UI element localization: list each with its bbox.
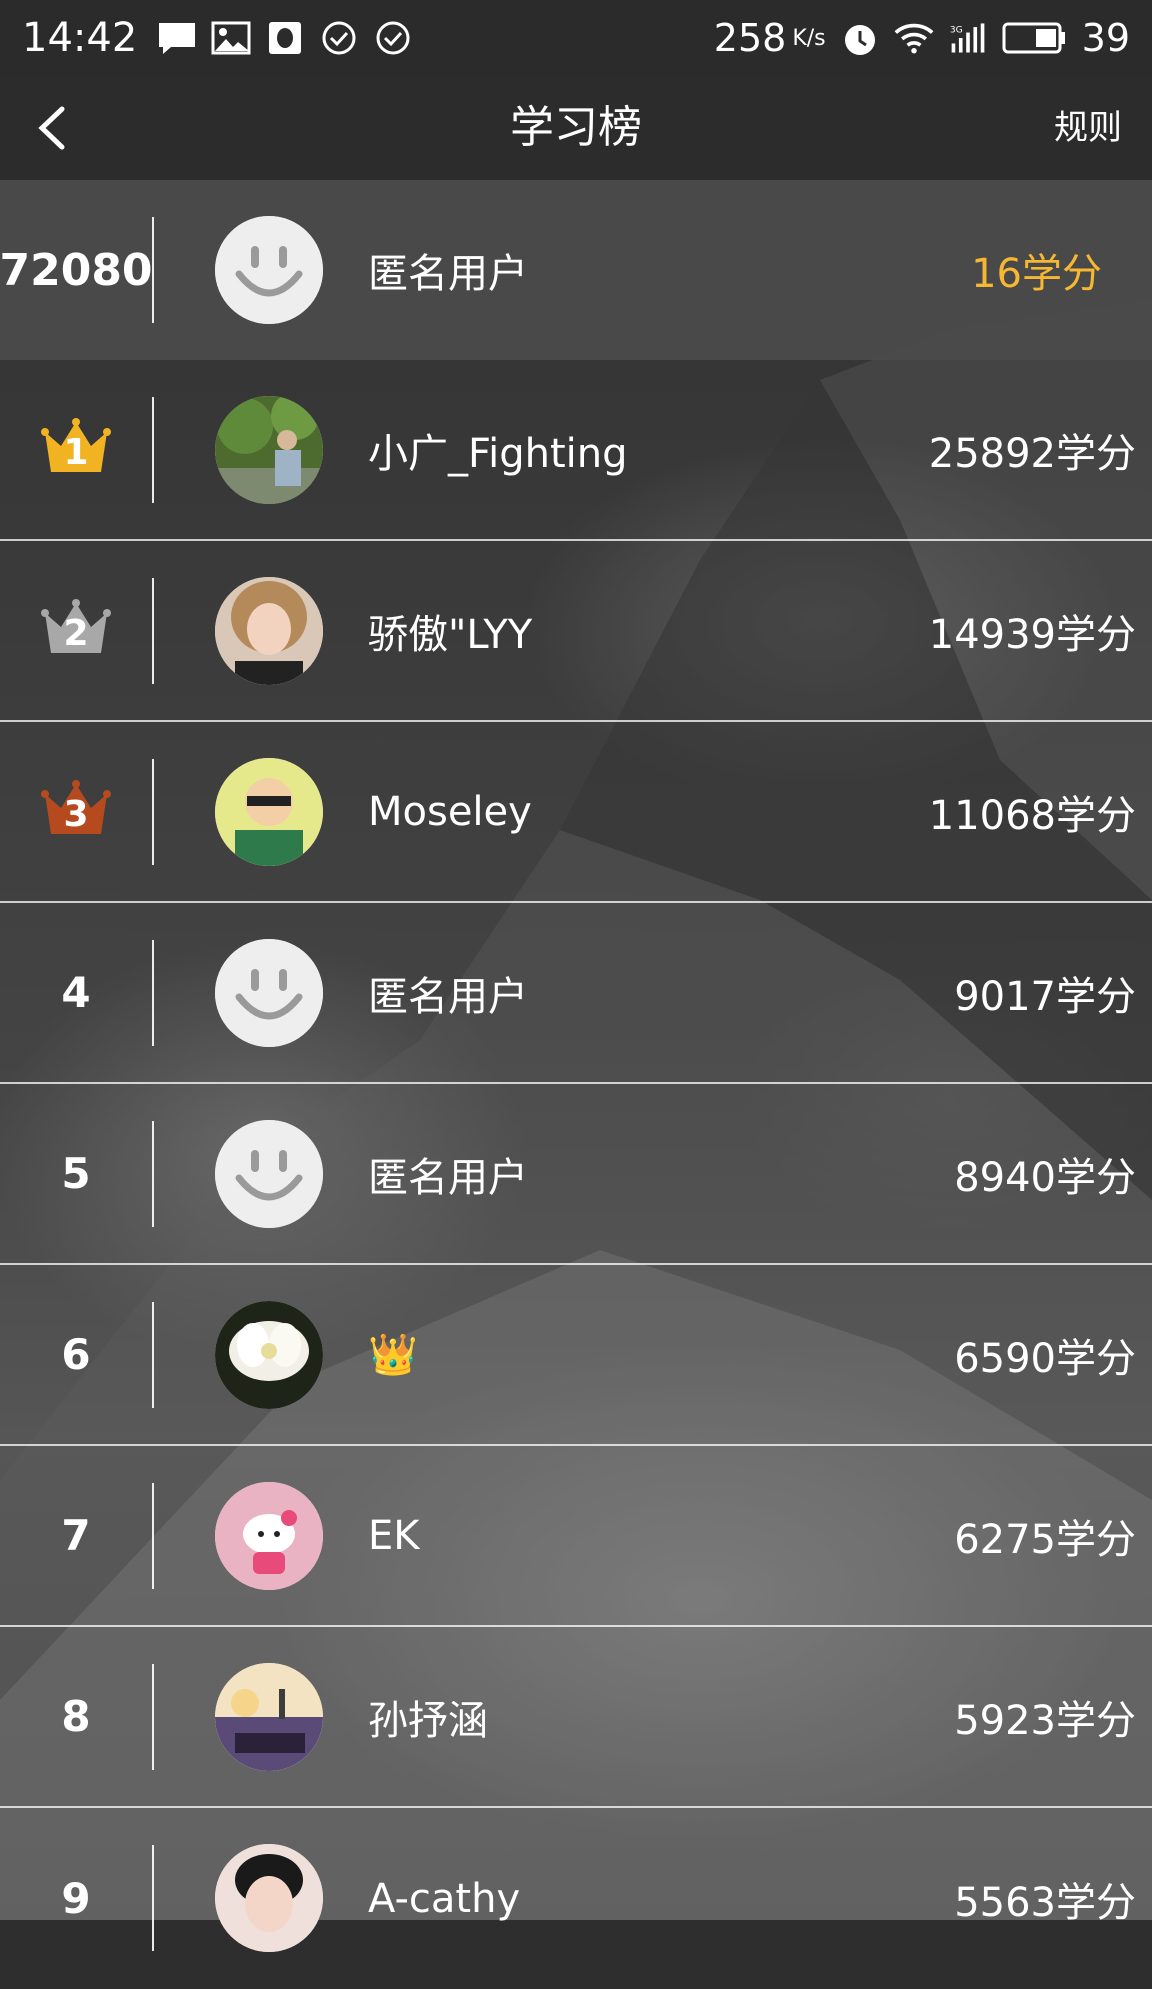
user-score: 8940学分 — [954, 1154, 1136, 1201]
svg-text:3G: 3G — [949, 26, 962, 36]
user-name: 小广_Fighting — [368, 430, 628, 477]
user-score: 11068学分 — [928, 792, 1136, 839]
avatar — [215, 1663, 323, 1771]
divider — [152, 1483, 154, 1589]
network-speed: 258 — [713, 16, 787, 60]
status-bar: 14:42 258 K/s 3G 39 — [0, 0, 1152, 76]
user-score: 5923学分 — [954, 1697, 1136, 1744]
leaderboard-row[interactable]: 1 小广_Fighting 25892学分 — [0, 360, 1152, 541]
bronze-crown-icon: 3 — [41, 779, 111, 844]
divider — [152, 1121, 154, 1227]
user-score: 16学分 — [971, 251, 1102, 297]
smiley-avatar-icon — [215, 1120, 323, 1228]
leaderboard-row[interactable]: 3 Moseley 11068学分 — [0, 722, 1152, 903]
divider — [152, 397, 154, 503]
user-name: Moseley — [368, 788, 532, 835]
user-score: 9017学分 — [954, 973, 1136, 1020]
page-title: 学习榜 — [510, 102, 642, 153]
user-name: 👑 — [368, 1332, 418, 1378]
user-score: 5563学分 — [954, 1879, 1136, 1926]
leaderboard-row[interactable]: 4 匿名用户 9017学分 — [0, 903, 1152, 1084]
avatar — [215, 1120, 323, 1228]
message-icon — [157, 21, 197, 55]
my-rank: 72080 — [0, 244, 153, 296]
user-score: 6275学分 — [954, 1516, 1136, 1563]
divider — [152, 1845, 154, 1951]
rank-number: 8 — [61, 1692, 91, 1741]
leaderboard-row[interactable]: 2 骄傲"LYY 14939学分 — [0, 541, 1152, 722]
app-header: 学习榜 规则 — [0, 76, 1152, 180]
battery-level: 39 — [1081, 16, 1130, 60]
silver-crown-icon: 2 — [41, 598, 111, 663]
signal-icon: 3G — [948, 21, 988, 55]
user-name: 孙抒涵 — [368, 1697, 488, 1744]
leaderboard-row[interactable]: 5 匿名用户 8940学分 — [0, 1084, 1152, 1265]
wifi-icon — [894, 21, 934, 55]
gallery-icon — [211, 21, 251, 55]
rank-number: 5 — [61, 1149, 91, 1198]
check-circle-icon — [373, 21, 413, 55]
divider — [152, 578, 154, 684]
user-name: EK — [368, 1512, 420, 1559]
divider — [152, 217, 154, 323]
rank-number: 3 — [63, 793, 89, 835]
avatar — [215, 758, 323, 866]
rank-number: 9 — [61, 1874, 91, 1923]
user-score: 25892学分 — [928, 430, 1136, 477]
avatar — [215, 216, 323, 324]
user-name: 匿名用户 — [368, 251, 528, 297]
alarm-icon — [840, 21, 880, 55]
leaderboard-list: 72080 匿名用户 16学分 1 小广_Fighting 25892学分 2 — [0, 180, 1152, 1989]
avatar — [215, 577, 323, 685]
qq-icon — [265, 21, 305, 55]
leaderboard-row[interactable]: 6 👑 6590学分 — [0, 1265, 1152, 1446]
avatar — [215, 1482, 323, 1590]
rank-cell: 1 — [0, 360, 152, 539]
user-name: 匿名用户 — [368, 973, 528, 1020]
avatar — [215, 1301, 323, 1409]
rules-button[interactable]: 规则 — [1054, 76, 1122, 180]
user-score: 14939学分 — [928, 611, 1136, 658]
user-name: A-cathy — [368, 1875, 521, 1922]
network-unit: K/s — [792, 25, 826, 51]
rank-number: 7 — [61, 1511, 91, 1560]
leaderboard-row[interactable]: 8 孙抒涵 5923学分 — [0, 1627, 1152, 1808]
smiley-avatar-icon — [215, 939, 323, 1047]
my-rank-row[interactable]: 72080 匿名用户 16学分 — [0, 180, 1152, 360]
leaderboard-row[interactable]: 7 EK 6275学分 — [0, 1446, 1152, 1627]
status-time: 14:42 — [22, 15, 138, 61]
leaderboard-row[interactable]: 9 A-cathy 5563学分 — [0, 1808, 1152, 1989]
rank-number: 6 — [61, 1330, 91, 1379]
rank-number: 1 — [63, 431, 89, 473]
avatar — [215, 939, 323, 1047]
divider — [152, 759, 154, 865]
divider — [152, 940, 154, 1046]
divider — [152, 1302, 154, 1408]
smiley-avatar-icon — [215, 216, 323, 324]
user-name: 匿名用户 — [368, 1154, 528, 1201]
rank-number: 4 — [61, 968, 91, 1017]
rank-number: 2 — [63, 612, 89, 654]
divider — [152, 1664, 154, 1770]
gold-crown-icon: 1 — [41, 417, 111, 482]
battery-icon — [1002, 21, 1068, 55]
user-name: 骄傲"LYY — [368, 611, 533, 658]
check-circle-icon — [319, 21, 359, 55]
user-score: 6590学分 — [954, 1335, 1136, 1382]
avatar — [215, 1844, 323, 1952]
avatar — [215, 396, 323, 504]
rank-cell: 3 — [0, 722, 152, 901]
rank-cell: 2 — [0, 541, 152, 720]
